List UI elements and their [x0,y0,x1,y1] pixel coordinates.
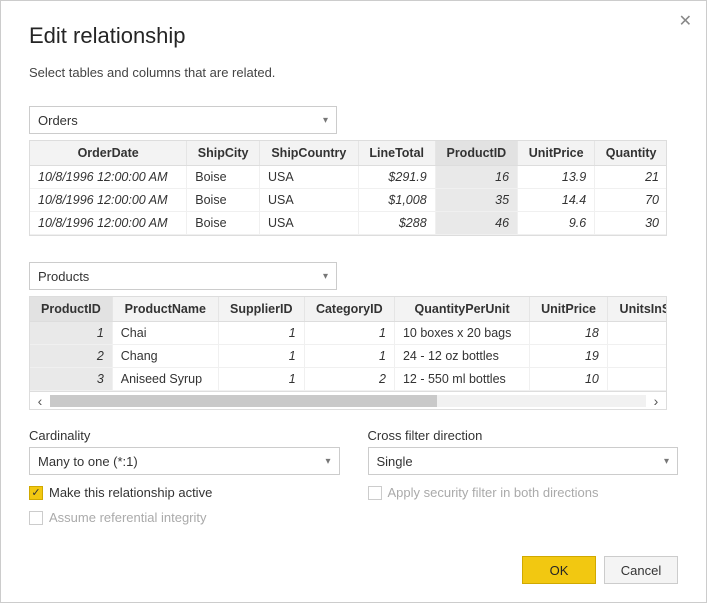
column-header[interactable]: ProductID [30,297,112,322]
table-cell[interactable]: 1 [218,322,304,345]
table-cell[interactable]: 10/8/1996 12:00:00 AM [30,189,187,212]
cancel-button[interactable]: Cancel [604,556,678,584]
column-header[interactable]: UnitPrice [518,141,595,166]
table-cell[interactable]: USA [259,212,358,235]
column-header[interactable]: UnitsInStock [607,297,667,322]
crossfilter-select[interactable]: Single ▾ [368,447,679,475]
table-row[interactable]: 10/8/1996 12:00:00 AMBoiseUSA$288469.630 [30,212,667,235]
column-header[interactable]: LineTotal [358,141,435,166]
table1-grid[interactable]: OrderDateShipCityShipCountryLineTotalPro… [29,140,667,236]
crossfilter-value: Single [377,454,413,469]
scroll-track[interactable] [50,395,646,407]
column-header[interactable]: SupplierID [218,297,304,322]
table-cell[interactable]: Chang [112,345,218,368]
column-header[interactable]: UnitPrice [530,297,608,322]
integrity-checkbox [29,511,43,525]
table2-select-value: Products [38,269,89,284]
table-cell[interactable]: 18 [530,322,608,345]
column-header[interactable]: ProductID [435,141,517,166]
table-cell[interactable]: 16 [435,166,517,189]
table-cell[interactable]: 21 [595,166,667,189]
scroll-left-icon[interactable]: ‹ [30,393,50,409]
table-cell[interactable]: 1 [304,345,394,368]
table-cell[interactable]: 46 [435,212,517,235]
cardinality-label: Cardinality [29,428,340,443]
column-header[interactable]: ShipCountry [259,141,358,166]
active-checkbox[interactable]: ✓ [29,486,43,500]
column-header[interactable]: CategoryID [304,297,394,322]
dialog-subtitle: Select tables and columns that are relat… [29,65,678,80]
table2-select[interactable]: Products ▾ [29,262,337,290]
cardinality-value: Many to one (*:1) [38,454,138,469]
security-checkbox-label: Apply security filter in both directions [388,485,599,500]
table-cell[interactable]: 10/8/1996 12:00:00 AM [30,166,187,189]
table2-grid[interactable]: ProductIDProductNameSupplierIDCategoryID… [29,296,667,392]
edit-relationship-dialog: ✕ Edit relationship Select tables and co… [0,0,707,603]
column-header[interactable]: OrderDate [30,141,187,166]
table-cell[interactable]: $1,008 [358,189,435,212]
table-cell[interactable]: USA [259,189,358,212]
table-cell[interactable]: 1 [218,345,304,368]
table-row[interactable]: 2Chang1124 - 12 oz bottles1917 [30,345,667,368]
column-header[interactable]: ProductName [112,297,218,322]
cardinality-select[interactable]: Many to one (*:1) ▾ [29,447,340,475]
security-checkbox [368,486,382,500]
table-cell[interactable]: $288 [358,212,435,235]
table-row[interactable]: 3Aniseed Syrup1212 - 550 ml bottles1013 [30,368,667,391]
table-cell[interactable]: 70 [595,189,667,212]
scroll-thumb[interactable] [50,395,437,407]
table-cell[interactable]: 3 [30,368,112,391]
table-cell[interactable]: 10 [530,368,608,391]
table-cell[interactable]: 9.6 [518,212,595,235]
table-row[interactable]: 10/8/1996 12:00:00 AMBoiseUSA$1,0083514.… [30,189,667,212]
table-cell[interactable]: 39 [607,322,667,345]
table1-select[interactable]: Orders ▾ [29,106,337,134]
table-cell[interactable]: 13 [607,368,667,391]
table-cell[interactable]: 30 [595,212,667,235]
table-cell[interactable]: 13.9 [518,166,595,189]
table-row[interactable]: 10/8/1996 12:00:00 AMBoiseUSA$291.91613.… [30,166,667,189]
table-cell[interactable]: 10 boxes x 20 bags [394,322,529,345]
table-cell[interactable]: Chai [112,322,218,345]
chevron-down-icon: ▾ [323,115,328,126]
table-cell[interactable]: 12 - 550 ml bottles [394,368,529,391]
table1-select-value: Orders [38,113,78,128]
table-cell[interactable]: 19 [530,345,608,368]
column-header[interactable]: Quantity [595,141,667,166]
table-cell[interactable]: Boise [187,189,260,212]
table-cell[interactable]: Boise [187,166,260,189]
table-cell[interactable]: 2 [304,368,394,391]
table-cell[interactable]: 17 [607,345,667,368]
table-cell[interactable]: 24 - 12 oz bottles [394,345,529,368]
table-row[interactable]: 1Chai1110 boxes x 20 bags1839 [30,322,667,345]
chevron-down-icon: ▾ [323,271,328,282]
table-cell[interactable]: 14.4 [518,189,595,212]
close-icon[interactable]: ✕ [679,11,692,31]
crossfilter-label: Cross filter direction [368,428,679,443]
chevron-down-icon: ▾ [325,456,330,467]
table-cell[interactable]: $291.9 [358,166,435,189]
column-header[interactable]: QuantityPerUnit [394,297,529,322]
active-checkbox-label: Make this relationship active [49,485,212,500]
scroll-right-icon[interactable]: › [646,393,666,409]
table-cell[interactable]: 2 [30,345,112,368]
table-cell[interactable]: Boise [187,212,260,235]
table-cell[interactable]: 1 [218,368,304,391]
table-cell[interactable]: 35 [435,189,517,212]
table-cell[interactable]: 1 [30,322,112,345]
table-cell[interactable]: 10/8/1996 12:00:00 AM [30,212,187,235]
table-cell[interactable]: 1 [304,322,394,345]
table-cell[interactable]: USA [259,166,358,189]
horizontal-scrollbar[interactable]: ‹ › [29,392,667,410]
ok-button[interactable]: OK [522,556,596,584]
integrity-checkbox-label: Assume referential integrity [49,510,207,525]
table-cell[interactable]: Aniseed Syrup [112,368,218,391]
dialog-title: Edit relationship [29,23,678,49]
column-header[interactable]: ShipCity [187,141,260,166]
chevron-down-icon: ▾ [664,456,669,467]
